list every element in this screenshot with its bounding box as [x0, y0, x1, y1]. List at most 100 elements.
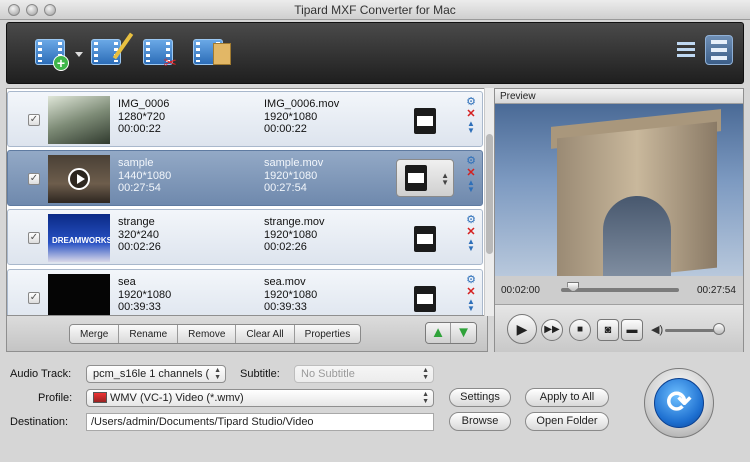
snapshot-button[interactable]	[191, 35, 231, 69]
output-resolution: 1920*1080	[264, 110, 318, 123]
subtitle-label: Subtitle:	[240, 368, 280, 380]
apply-to-all-button[interactable]: Apply to All	[525, 388, 609, 407]
chevron-updown-icon: ▲ ▼	[422, 391, 429, 405]
output-resolution: 1920*1080	[264, 288, 318, 301]
reorder-icon[interactable]: ▲ ▼	[465, 238, 477, 253]
clip-button[interactable]: ✂	[141, 35, 177, 72]
audio-track-select[interactable]: pcm_s16le 1 channels ( ▲ ▼	[86, 365, 226, 383]
folder-icon[interactable]: ▬	[621, 319, 643, 341]
gear-icon[interactable]: ⚙	[465, 214, 477, 226]
output-format-button[interactable]	[408, 282, 438, 314]
convert-button[interactable]: ⟳	[644, 368, 714, 438]
source-name: strange	[118, 216, 155, 228]
scroll-thumb[interactable]	[486, 134, 493, 254]
reorder-icon[interactable]: ▲ ▼	[465, 298, 477, 313]
preview-video	[495, 104, 743, 276]
profile-value: WMV (VC-1) Video (*.wmv)	[110, 392, 244, 404]
remove-button[interactable]: Remove	[178, 325, 237, 343]
file-checkbox[interactable]: ✓	[28, 232, 40, 244]
subtitle-select[interactable]: No Subtitle ▲ ▼	[294, 365, 434, 383]
file-row[interactable]: ✓ IMG_0006 1280*720 00:00:22 IMG_0006.mo…	[7, 91, 483, 147]
source-name: sea	[118, 276, 136, 288]
film-format-icon	[414, 286, 436, 312]
edit-button[interactable]	[89, 32, 134, 69]
current-time: 00:02:00	[501, 285, 540, 296]
play-icon[interactable]	[68, 168, 90, 190]
file-row[interactable]: ✓ DREAMWORKS strange 320*240 00:02:26 st…	[7, 209, 483, 265]
gear-icon[interactable]: ⚙	[465, 155, 477, 167]
output-name: sea.mov	[264, 276, 306, 288]
camera-icon[interactable]: ◙	[597, 319, 619, 341]
title-bar: Tipard MXF Converter for Mac	[0, 0, 750, 20]
open-folder-button[interactable]: Open Folder	[525, 412, 609, 431]
audio-track-value: pcm_s16le 1 channels (	[93, 368, 210, 380]
reorder-icon[interactable]: ▲ ▼	[465, 120, 477, 135]
list-actions-bar: Merge Rename Remove Clear All Properties…	[6, 316, 488, 352]
file-checkbox[interactable]: ✓	[28, 292, 40, 304]
move-down-icon[interactable]: ▼	[451, 323, 476, 343]
browse-button[interactable]: Browse	[449, 412, 511, 431]
gear-icon[interactable]: ⚙	[465, 274, 477, 286]
total-time: 00:27:54	[697, 285, 736, 296]
output-resolution: 1920*1080	[264, 228, 318, 241]
subtitle-value: No Subtitle	[301, 368, 355, 380]
video-thumbnail	[48, 274, 110, 315]
rename-button[interactable]: Rename	[119, 325, 179, 343]
file-checkbox[interactable]: ✓	[28, 114, 40, 126]
destination-label: Destination:	[10, 416, 69, 428]
source-name: IMG_0006	[118, 98, 170, 110]
output-resolution: 1920*1080	[264, 169, 318, 182]
destination-field[interactable]: /Users/admin/Documents/Tipard Studio/Vid…	[86, 413, 434, 431]
output-name: strange.mov	[264, 216, 325, 228]
source-duration: 00:39:33	[118, 301, 161, 313]
timeline: 00:02:00 00:27:54	[495, 276, 743, 304]
clear-all-button[interactable]: Clear All	[236, 325, 295, 343]
thumbnail-caption: DREAMWORKS	[52, 236, 110, 245]
source-resolution: 1280*720	[118, 110, 166, 123]
source-resolution: 1440*1080	[118, 169, 172, 182]
film-format-icon	[405, 165, 427, 191]
add-video-dropdown-icon[interactable]	[75, 52, 83, 57]
source-resolution: 320*240	[118, 228, 159, 241]
gear-icon[interactable]: ⚙	[465, 96, 477, 108]
preview-panel: Preview 00:02:00 00:27:54 ▶ ▶▶ ■ ◙ ▬ ◀)	[494, 88, 744, 352]
output-duration: 00:00:22	[264, 123, 307, 135]
video-thumbnail: DREAMWORKS	[48, 214, 110, 262]
output-duration: 00:27:54	[264, 182, 307, 194]
video-thumbnail	[48, 155, 110, 203]
merge-button[interactable]: Merge	[70, 325, 120, 343]
chevron-updown-icon: ▲ ▼	[214, 367, 221, 381]
stop-icon[interactable]: ■	[569, 319, 591, 341]
fast-forward-icon[interactable]: ▶▶	[541, 319, 563, 341]
volume-handle[interactable]	[713, 323, 725, 335]
main-toolbar: + ✂	[6, 22, 744, 84]
volume-icon: ◀)	[651, 324, 664, 336]
film-format-icon	[414, 226, 436, 252]
move-buttons: ▲ ▼	[425, 322, 477, 344]
profile-select[interactable]: WMV (VC-1) Video (*.wmv) ▲ ▼	[86, 389, 434, 407]
output-format-dropdown[interactable]: ▲ ▼	[396, 159, 454, 197]
add-video-button[interactable]: +	[33, 35, 69, 71]
play-icon[interactable]: ▶	[507, 314, 537, 344]
plus-icon: +	[53, 55, 69, 71]
output-name: sample.mov	[264, 157, 324, 169]
properties-button[interactable]: Properties	[294, 325, 361, 343]
settings-button[interactable]: Settings	[449, 388, 511, 407]
file-checkbox[interactable]: ✓	[28, 173, 40, 185]
list-view-icon[interactable]	[675, 39, 697, 61]
file-list-scrollbar[interactable]	[484, 88, 494, 316]
output-format-button[interactable]	[408, 104, 438, 136]
output-name: IMG_0006.mov	[264, 98, 340, 110]
move-up-icon[interactable]: ▲	[426, 323, 451, 343]
file-row[interactable]: ✓ sea 1920*1080 00:39:33 sea.mov 1920*10…	[7, 269, 483, 315]
source-duration: 00:27:54	[118, 182, 161, 194]
thumbnail-view-icon[interactable]	[705, 35, 733, 65]
list-actions: Merge Rename Remove Clear All Properties	[69, 324, 362, 344]
seek-track[interactable]	[561, 288, 679, 292]
reorder-icon[interactable]: ▲ ▼	[465, 179, 477, 194]
profile-label: Profile:	[38, 392, 73, 404]
output-duration: 00:39:33	[264, 301, 307, 313]
video-thumbnail	[48, 96, 110, 144]
file-row[interactable]: ✓ sample 1440*1080 00:27:54 sample.mov 1…	[7, 150, 483, 206]
output-format-button[interactable]	[408, 222, 438, 254]
